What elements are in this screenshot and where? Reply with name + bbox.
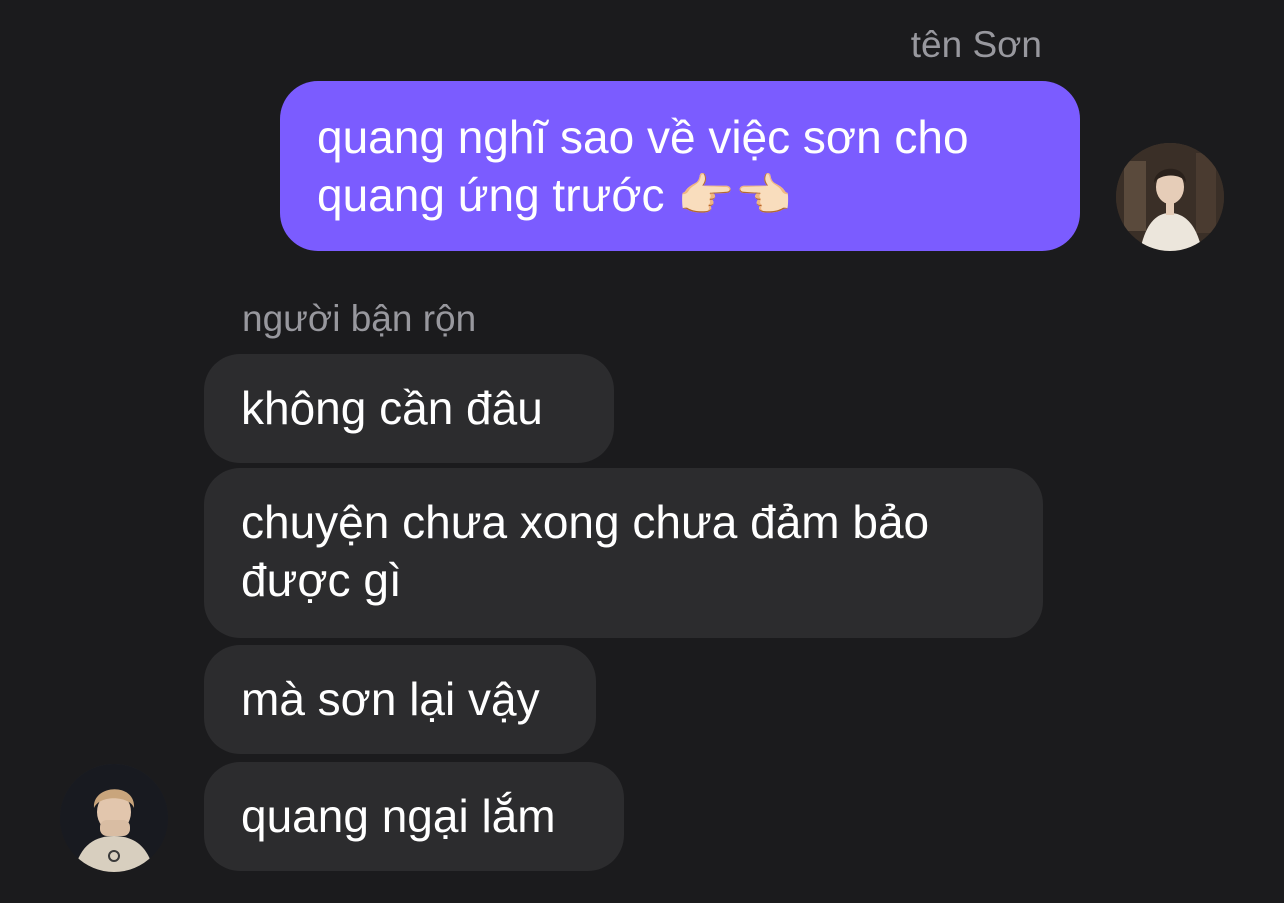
outgoing-sender-name: tên Sơn [910, 24, 1042, 65]
incoming-message-bubble[interactable]: không cần đâu [204, 354, 614, 463]
person-photo-icon [1116, 143, 1224, 251]
outgoing-sender-avatar[interactable] [1116, 143, 1224, 251]
incoming-sender-avatar[interactable] [60, 764, 168, 872]
incoming-message-bubble[interactable]: chuyện chưa xong chưa đảm bảo được gì [204, 468, 1043, 638]
incoming-message-bubble[interactable]: mà sơn lại vậy [204, 645, 596, 754]
incoming-message-bubble[interactable]: quang ngại lắm [204, 762, 624, 871]
incoming-sender-name: người bận rộn [242, 298, 477, 339]
person-photo-icon [60, 764, 168, 872]
outgoing-message-bubble[interactable]: quang nghĩ sao về việc sơn cho quang ứng… [280, 81, 1080, 251]
